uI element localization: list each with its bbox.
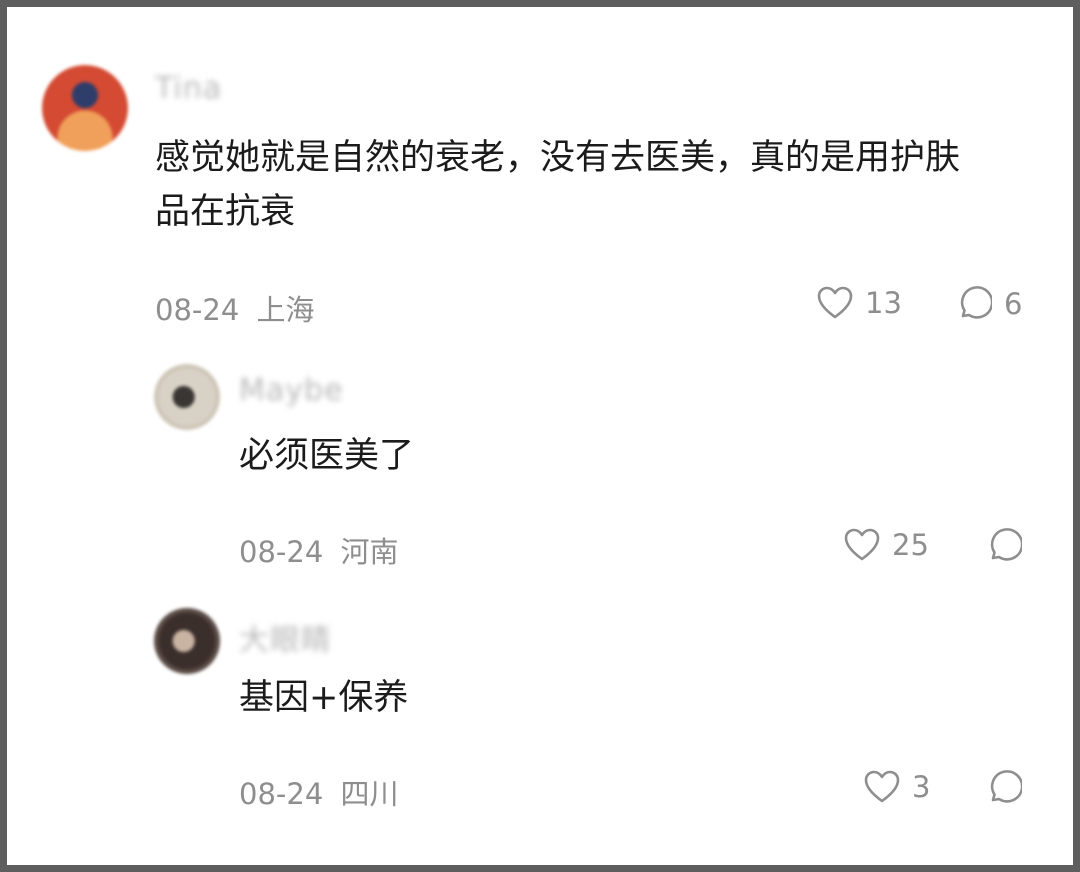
comment-text: 基因+保养 [239, 678, 409, 718]
comment-text: 必须医美了 [239, 436, 415, 476]
comment-date: 08-24 [155, 293, 240, 327]
avatar[interactable] [154, 608, 220, 674]
like-count: 25 [892, 528, 929, 562]
reply-button[interactable] [986, 770, 1022, 806]
username[interactable]: Maybe [239, 373, 344, 408]
speech-bubble-icon [990, 770, 1022, 803]
like-button[interactable]: 25 [844, 528, 929, 562]
speech-bubble-icon [990, 528, 1022, 561]
comment-meta: 08-24 上海 [155, 287, 315, 329]
comment-location: 四川 [340, 777, 399, 811]
username[interactable]: Tina [155, 71, 222, 106]
speech-bubble-icon [960, 286, 992, 319]
comment-text: 感觉她就是自然的衰老，没有去医美，真的是用护肤 [155, 138, 961, 178]
username[interactable]: 大眼睛 [239, 615, 332, 659]
heart-icon [864, 770, 900, 803]
like-count: 3 [912, 770, 931, 804]
comment-thread-frame: Tina 感觉她就是自然的衰老，没有去医美，真的是用护肤 品在抗衰 08-24 … [0, 0, 1080, 872]
comment-location: 河南 [340, 535, 399, 569]
comment-meta: 08-24 河南 [239, 529, 399, 571]
reply-count: 6 [1004, 287, 1023, 321]
avatar[interactable] [42, 65, 128, 151]
like-button[interactable]: 3 [864, 770, 930, 804]
comment-date: 08-24 [239, 777, 324, 811]
comment-meta: 08-24 四川 [239, 771, 399, 813]
comment-text-continued: 品在抗衰 [155, 192, 296, 232]
comment-location: 上海 [256, 293, 315, 327]
reply-button[interactable]: 6 [956, 286, 1022, 322]
heart-icon [817, 286, 853, 319]
reply-button[interactable] [986, 528, 1022, 564]
avatar[interactable] [154, 364, 220, 430]
like-button[interactable]: 13 [817, 286, 902, 320]
like-count: 13 [865, 286, 902, 320]
comment-date: 08-24 [239, 535, 324, 569]
heart-icon [844, 528, 880, 561]
